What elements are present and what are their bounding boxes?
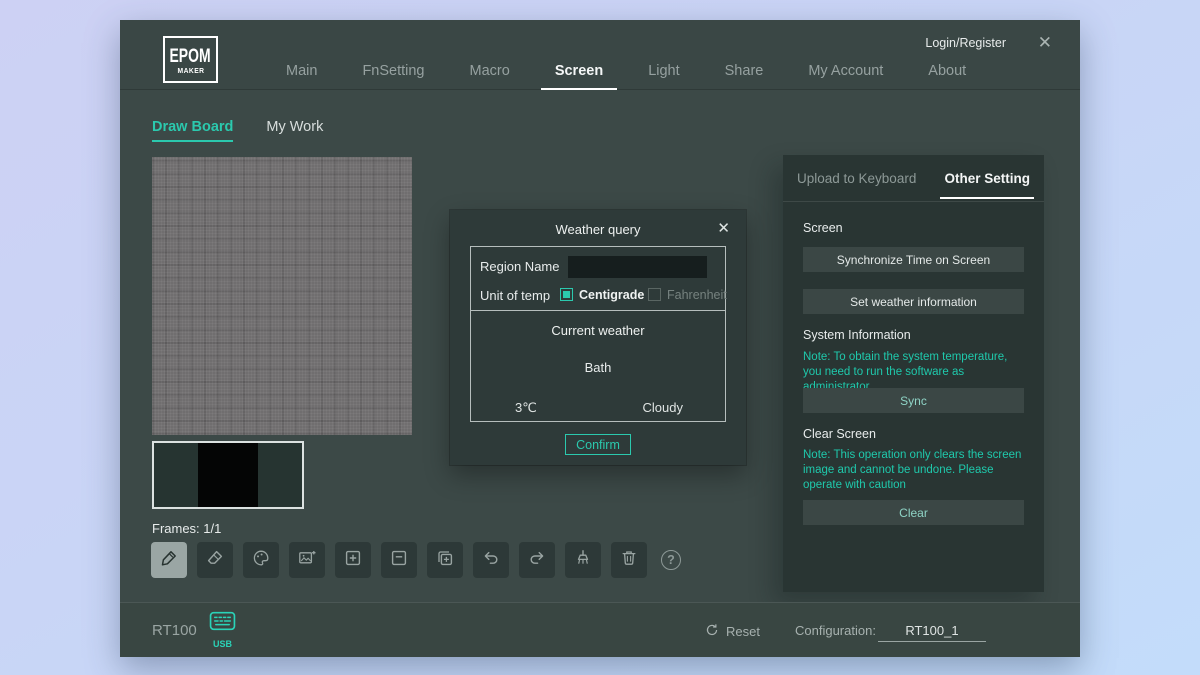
screen-section-title: Screen [803,221,843,235]
brush-tool-button[interactable] [151,542,187,578]
clear-screen-title: Clear Screen [803,427,876,441]
tab-draw-board[interactable]: Draw Board [152,119,233,142]
frame-preview[interactable] [152,441,304,509]
unit-of-temp-label: Unit of temp [480,288,550,303]
undo-button[interactable] [473,542,509,578]
main-nav: Main FnSetting Macro Screen Light Share … [286,63,966,79]
weather-form-box: Region Name Unit of temp Centigrade Fahr… [470,246,726,422]
header: EPOM MAKER Main FnSetting Macro Screen L… [120,20,1080,90]
broom-icon [573,548,593,573]
usb-label: USB [213,639,232,649]
frames-counter: Frames: 1/1 [152,521,221,536]
preview-left-margin [154,443,198,507]
clear-button[interactable]: Clear [803,500,1024,525]
weather-city: Bath [471,360,725,375]
app-window: EPOM MAKER Main FnSetting Macro Screen L… [120,20,1080,657]
synchronize-time-button[interactable]: Synchronize Time on Screen [803,247,1024,272]
eraser-tool-button[interactable] [197,542,233,578]
settings-panel-tabs: Upload to Keyboard Other Setting [783,155,1044,202]
help-icon[interactable]: ? [661,550,681,570]
system-information-title: System Information [803,328,911,342]
add-frame-icon [343,548,363,573]
brush-icon [159,548,179,573]
tab-other-setting[interactable]: Other Setting [944,171,1030,186]
device-name: RT100 [152,622,197,639]
import-image-button[interactable] [289,542,325,578]
centigrade-checkbox[interactable] [560,288,573,301]
fahrenheit-label: Fahrenheit [667,288,727,302]
redo-icon [527,548,547,573]
nav-my-account[interactable]: My Account [808,63,883,79]
nav-fnsetting[interactable]: FnSetting [362,63,424,79]
duplicate-frame-button[interactable] [427,542,463,578]
configuration-value[interactable]: RT100_1 [878,623,986,642]
trash-icon [619,548,639,573]
draw-canvas[interactable] [152,157,412,435]
clear-screen-note: Note: This operation only clears the scr… [803,448,1027,494]
settings-panel: Upload to Keyboard Other Setting Screen … [783,155,1044,592]
reset-label: Reset [726,624,760,639]
remove-frame-button[interactable] [381,542,417,578]
remove-frame-icon [389,548,409,573]
configuration-label: Configuration: [795,623,876,638]
logo-text-top: EPOM [170,45,211,65]
current-weather-section: Current weather Bath 3℃ Cloudy [471,311,725,422]
reset-refresh-icon [705,623,719,640]
set-weather-button[interactable]: Set weather information [803,289,1024,314]
draw-toolbar: ? [151,542,681,578]
region-name-label: Region Name [480,259,560,274]
weather-form-top: Region Name Unit of temp Centigrade Fahr… [471,247,725,311]
nav-about[interactable]: About [928,63,966,79]
board-tabs: Draw Board My Work [152,119,323,142]
confirm-button[interactable]: Confirm [565,434,631,455]
clean-canvas-button[interactable] [565,542,601,578]
configuration-group: Configuration: RT100_1 [795,623,986,642]
centigrade-label: Centigrade [579,288,644,302]
import-image-icon [297,548,317,573]
weather-temperature: 3℃ [515,400,537,416]
nav-main[interactable]: Main [286,63,317,79]
preview-screen-area [198,443,257,507]
eraser-icon [205,548,225,573]
dialog-title: Weather query [450,222,746,237]
login-register-link[interactable]: Login/Register [925,36,1006,50]
fahrenheit-checkbox[interactable] [648,288,661,301]
weather-query-dialog: Weather query ✕ Region Name Unit of temp… [450,210,746,465]
tab-upload-to-keyboard[interactable]: Upload to Keyboard [797,171,916,186]
current-weather-title: Current weather [471,323,725,338]
region-name-input[interactable] [568,256,707,278]
palette-icon [251,548,271,573]
keyboard-usb-icon [209,610,236,638]
dialog-close-icon[interactable]: ✕ [717,219,730,237]
reset-button[interactable]: Reset [705,623,760,640]
add-frame-button[interactable] [335,542,371,578]
epomaker-logo: EPOM MAKER [163,36,218,83]
undo-icon [481,548,501,573]
preview-right-margin [258,443,302,507]
duplicate-frame-icon [435,548,455,573]
weather-condition: Cloudy [643,400,683,415]
redo-button[interactable] [519,542,555,578]
status-bar: RT100 USB Reset Configuration: RT100_1 [120,602,1080,657]
sync-button[interactable]: Sync [803,388,1024,413]
nav-share[interactable]: Share [725,63,764,79]
nav-macro[interactable]: Macro [470,63,510,79]
tab-my-work[interactable]: My Work [266,119,323,142]
logo-text-bottom: MAKER [177,66,204,75]
nav-screen[interactable]: Screen [555,63,603,79]
usb-connection-indicator: USB [209,610,236,649]
delete-frame-button[interactable] [611,542,647,578]
nav-light[interactable]: Light [648,63,679,79]
palette-tool-button[interactable] [243,542,279,578]
window-close-icon[interactable]: ✕ [1038,33,1052,53]
